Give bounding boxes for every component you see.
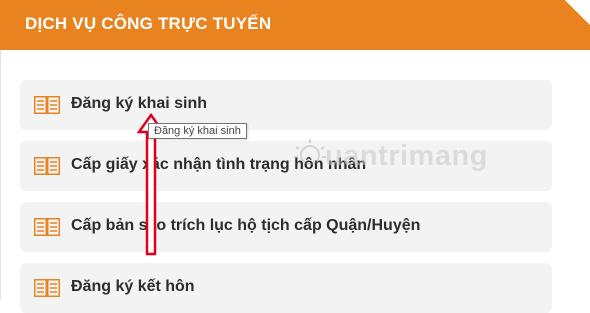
- service-item-dang-ky-ket-hon[interactable]: Đăng ký kết hôn: [20, 263, 552, 313]
- service-item-dang-ky-khai-sinh[interactable]: Đăng ký khai sinh: [20, 80, 552, 130]
- book-icon: [34, 157, 60, 175]
- book-icon: [34, 279, 60, 297]
- book-icon: [34, 96, 60, 114]
- service-label: Cấp bản sao trích lục hộ tịch cấp Quận/H…: [71, 217, 421, 234]
- service-item-trich-luc-ho-tich[interactable]: Cấp bản sao trích lục hộ tịch cấp Quận/H…: [20, 202, 552, 252]
- lightbulb-watermark-icon: [294, 139, 326, 165]
- service-label: Đăng ký kết hôn: [71, 278, 195, 295]
- service-label: Đăng ký khai sinh: [71, 95, 208, 112]
- page-title: DỊCH VỤ CÔNG TRỰC TUYẾN: [25, 14, 272, 33]
- book-icon: [34, 218, 60, 236]
- header-bar: DỊCH VỤ CÔNG TRỰC TUYẾN: [0, 0, 590, 50]
- watermark-text: uantrimang: [325, 140, 488, 172]
- tooltip: Đăng ký khai sinh: [148, 123, 247, 139]
